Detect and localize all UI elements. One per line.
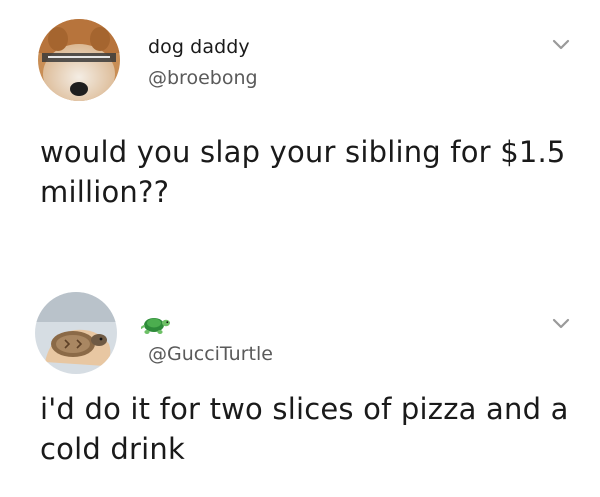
tweet-text: would you slap your sibling for $1.5 mil… [40,135,566,209]
user-handle[interactable]: @GucciTurtle [148,343,273,365]
chevron-down-icon[interactable] [552,39,570,51]
user-avatar[interactable] [38,19,120,101]
tweet-text: i'd do it for two slices of pizza and a … [40,392,569,466]
user-avatar[interactable] [35,292,117,374]
tweet: @GucciTurtle i'd do it for two slices of… [0,272,600,497]
display-name[interactable]: dog daddy [148,36,250,58]
user-handle[interactable]: @broebong [148,67,258,89]
dog-avatar-icon [38,19,120,101]
chevron-down-icon[interactable] [552,318,570,330]
turtle-emoji-icon [141,318,170,334]
tweet: dog daddy @broebong would you slap your … [0,0,600,250]
turtle-avatar-icon [35,292,117,374]
